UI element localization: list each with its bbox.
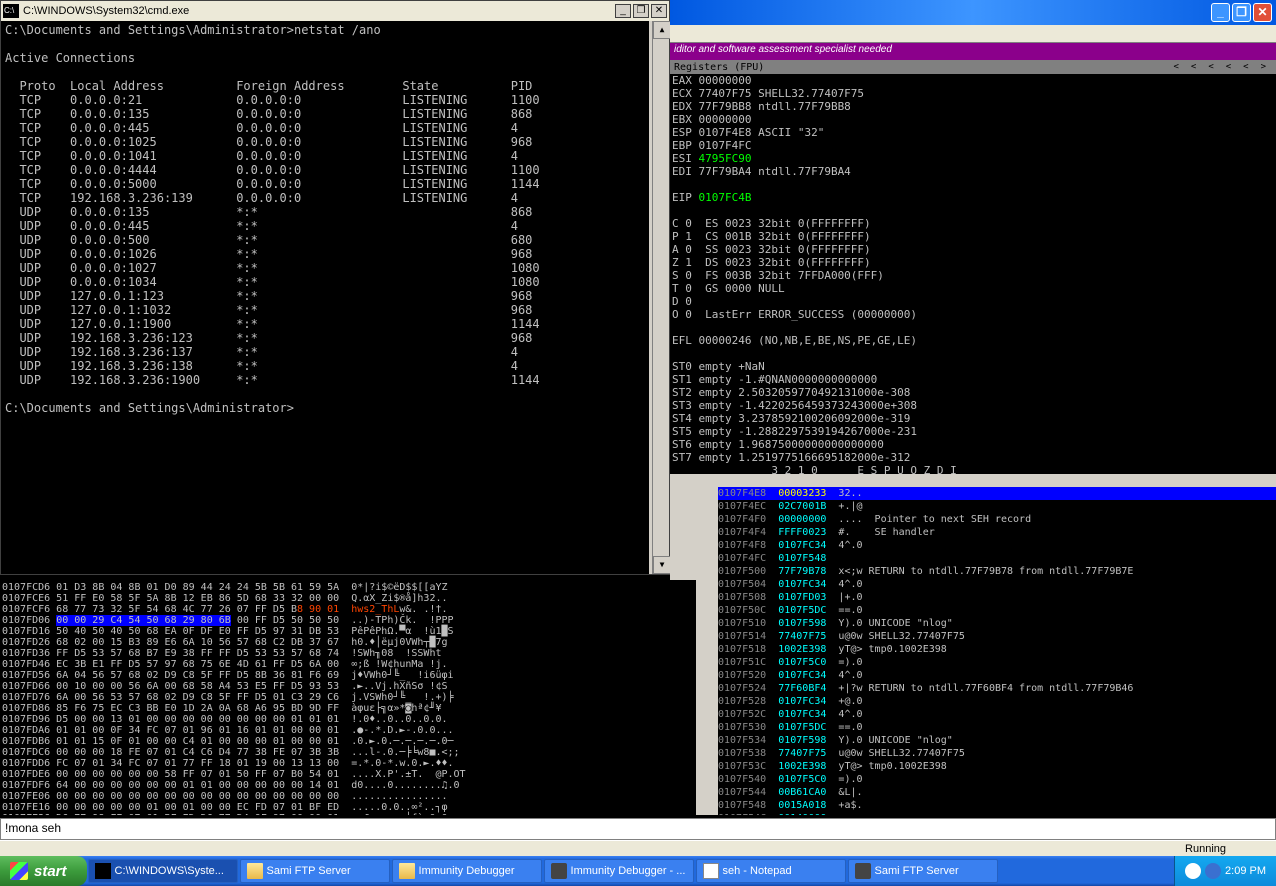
stack-row[interactable]: 0107F544 00B61CA0 &L|. bbox=[718, 786, 1276, 799]
taskbar-item[interactable]: Sami FTP Server bbox=[848, 859, 998, 883]
hexdump-row[interactable]: 0107FD86 85 F6 75 EC C3 BB E0 1D 2A 0A 6… bbox=[2, 703, 694, 714]
close-button[interactable]: ✕ bbox=[651, 4, 667, 18]
stack-row[interactable]: 0107F534 0107F598 Y).0 UNICODE "nlog" bbox=[718, 734, 1276, 747]
registers-label: Registers (FPU) bbox=[674, 62, 764, 73]
taskbar-item[interactable]: seh - Notepad bbox=[696, 859, 846, 883]
stack-row[interactable]: 0107F4F8 0107FC34 4^.0 bbox=[718, 539, 1276, 552]
hexdump-row[interactable]: 0107FE06 00 00 00 00 00 00 00 00 00 00 0… bbox=[2, 791, 694, 802]
minimize-button[interactable]: _ bbox=[1211, 3, 1230, 22]
taskbar-item[interactable]: Immunity Debugger bbox=[392, 859, 542, 883]
debugger-status-message: iditor and software assessment specialis… bbox=[670, 43, 1276, 60]
stack-row[interactable]: 0107F520 0107FC34 4^.0 bbox=[718, 669, 1276, 682]
minimize-button[interactable]: _ bbox=[615, 4, 631, 18]
dbg-icon bbox=[855, 863, 871, 879]
cmd-scrollbar[interactable] bbox=[652, 21, 669, 574]
start-button[interactable]: start bbox=[0, 856, 87, 886]
stack-row[interactable]: 0107F548 0015A018 +a$. bbox=[718, 799, 1276, 812]
hexdump-row[interactable]: 0107FD26 68 02 00 15 B3 89 E6 6A 10 56 5… bbox=[2, 637, 694, 648]
taskbar-item[interactable]: C:\WINDOWS\Syste... bbox=[88, 859, 238, 883]
stack-row[interactable]: 0107F4EC 02C7001B +.|@ bbox=[718, 500, 1276, 513]
hexdump-panel[interactable]: 0107FCD6 01 D3 8B 04 8B 01 D0 89 44 24 2… bbox=[0, 580, 696, 815]
chevron-right-icon[interactable]: > bbox=[1261, 62, 1266, 72]
stack-row[interactable]: 0107F4E8 00003233 32.. bbox=[718, 487, 1276, 500]
stack-row[interactable]: 0107F528 0107FC34 +@.0 bbox=[718, 695, 1276, 708]
stack-row[interactable]: 0107F510 0107F598 Y).0 UNICODE "nlog" bbox=[718, 617, 1276, 630]
folder-icon bbox=[247, 863, 263, 879]
hexdump-row[interactable]: 0107FCF6 68 77 73 32 5F 54 68 4C 77 26 0… bbox=[2, 604, 694, 615]
close-button[interactable]: ✕ bbox=[1253, 3, 1272, 22]
hexdump-row[interactable]: 0107FD76 6A 00 56 53 57 68 02 D9 C8 5F F… bbox=[2, 692, 694, 703]
hexdump-row[interactable]: 0107FDC6 00 00 00 18 FE 07 01 C4 C6 D4 7… bbox=[2, 747, 694, 758]
hexdump-row[interactable]: 0107FD56 6A 04 56 57 68 02 D9 C8 5F FF D… bbox=[2, 670, 694, 681]
hexdump-row[interactable]: 0107FD16 50 40 50 40 50 68 EA 0F DF E0 F… bbox=[2, 626, 694, 637]
hexdump-row[interactable]: 0107FCE6 51 FF E0 58 5F 5A 8B 12 EB 86 5… bbox=[2, 593, 694, 604]
hexdump-row[interactable]: 0107FE16 00 00 00 00 00 01 00 01 00 00 E… bbox=[2, 802, 694, 813]
taskbar: start C:\WINDOWS\Syste...Sami FTP Server… bbox=[0, 856, 1276, 886]
stack-row[interactable]: 0107F508 0107FD03 |+.0 bbox=[718, 591, 1276, 604]
stack-row[interactable]: 0107F51C 0107F5C0 =).0 bbox=[718, 656, 1276, 669]
stack-row[interactable]: 0107F530 0107F5DC ==.0 bbox=[718, 721, 1276, 734]
chevron-left-icon[interactable]: < bbox=[1191, 62, 1196, 72]
debugger-toolbar[interactable] bbox=[670, 25, 1276, 43]
hexdump-row[interactable]: 0107FDA6 01 01 00 0F 34 FC 07 01 96 01 1… bbox=[2, 725, 694, 736]
cmd-icon bbox=[3, 4, 19, 18]
cmd-window: C:\WINDOWS\System32\cmd.exe _ ❐ ✕ C:\Doc… bbox=[0, 0, 670, 575]
system-tray[interactable]: 2:09 PM bbox=[1174, 856, 1276, 886]
stack-row[interactable]: 0107F540 0107F5C0 =).0 bbox=[718, 773, 1276, 786]
clock[interactable]: 2:09 PM bbox=[1225, 865, 1266, 877]
note-icon bbox=[703, 863, 719, 879]
hexdump-row[interactable]: 0107FD96 D5 00 00 13 01 00 00 00 00 00 0… bbox=[2, 714, 694, 725]
cmd-output: C:\Documents and Settings\Administrator>… bbox=[1, 21, 649, 574]
hexdump-row[interactable]: 0107FD36 FF D5 53 57 68 B7 E9 38 FF FF D… bbox=[2, 648, 694, 659]
chevron-left-icon[interactable]: < bbox=[1226, 62, 1231, 72]
stack-row[interactable]: 0107F538 77407F75 u@0w SHELL32.77407F75 bbox=[718, 747, 1276, 760]
stack-row[interactable]: 0107F514 77407F75 u@0w SHELL32.77407F75 bbox=[718, 630, 1276, 643]
stack-row[interactable]: 0107F4FC 0107F548 bbox=[718, 552, 1276, 565]
stack-row[interactable]: 0107F52C 0107FC34 4^.0 bbox=[718, 708, 1276, 721]
hexdump-row[interactable]: 0107FDB6 01 01 15 0F 01 00 00 C4 01 00 0… bbox=[2, 736, 694, 747]
stack-row[interactable]: 0107F518 1002E398 yT@> tmp0.1002E398 bbox=[718, 643, 1276, 656]
command-input[interactable]: !mona seh bbox=[0, 818, 1276, 840]
hexdump-row[interactable]: 0107FCD6 01 D3 8B 04 8B 01 D0 89 44 24 2… bbox=[2, 582, 694, 593]
chevron-left-icon[interactable]: < bbox=[1173, 62, 1178, 72]
stack-row[interactable]: 0107F53C 1002E398 yT@> tmp0.1002E398 bbox=[718, 760, 1276, 773]
registers-panel[interactable]: EAX 00000000 ECX 77407F75 SHELL32.77407F… bbox=[670, 74, 1276, 474]
stack-row[interactable]: 0107F50C 0107F5DC ==.0 bbox=[718, 604, 1276, 617]
stack-row[interactable]: 0107F500 77F79B78 x<;w RETURN to ntdll.7… bbox=[718, 565, 1276, 578]
hexdump-row[interactable]: 0107FD66 00 10 00 00 56 6A 00 68 58 A4 5… bbox=[2, 681, 694, 692]
debugger-titlebar[interactable]: _ ❐ ✕ bbox=[670, 0, 1276, 25]
hexdump-row[interactable]: 0107FDD6 FC 07 01 34 FC 07 01 77 FF 18 0… bbox=[2, 758, 694, 769]
maximize-button[interactable]: ❐ bbox=[633, 4, 649, 18]
stack-row[interactable]: 0107F524 77F60BF4 +|?w RETURN to ntdll.7… bbox=[718, 682, 1276, 695]
hexdump-row[interactable]: 0107FD46 EC 3B E1 FF D5 57 97 68 75 6E 4… bbox=[2, 659, 694, 670]
stack-panel[interactable]: 0107F4E8 00003233 32..0107F4EC 02C7001B … bbox=[716, 485, 1276, 815]
hexdump-row[interactable]: 0107FDE6 00 00 00 00 00 00 58 FF 07 01 5… bbox=[2, 769, 694, 780]
maximize-button[interactable]: ❐ bbox=[1232, 3, 1251, 22]
stack-row[interactable]: 0107F4F0 00000000 .... Pointer to next S… bbox=[718, 513, 1276, 526]
stack-row[interactable]: 0107F4F4 FFFF0023 #. SE handler bbox=[718, 526, 1276, 539]
cmd-title: C:\WINDOWS\System32\cmd.exe bbox=[23, 5, 615, 17]
stack-scrollbar[interactable] bbox=[698, 485, 714, 815]
dbg-icon bbox=[551, 863, 567, 879]
registers-header[interactable]: Registers (FPU) < < < < < > bbox=[670, 60, 1276, 74]
taskbar-item[interactable]: Immunity Debugger - ... bbox=[544, 859, 694, 883]
hexdump-row[interactable]: 0107FD06 00 00 29 C4 54 50 68 29 80 6B 0… bbox=[2, 615, 694, 626]
taskbar-item[interactable]: Sami FTP Server bbox=[240, 859, 390, 883]
chevron-left-icon[interactable]: < bbox=[1243, 62, 1248, 72]
tray-icon[interactable] bbox=[1185, 863, 1201, 879]
stack-row[interactable]: 0107F54C 00140000 ..+. bbox=[718, 812, 1276, 815]
chevron-left-icon[interactable]: < bbox=[1208, 62, 1213, 72]
cmd-titlebar[interactable]: C:\WINDOWS\System32\cmd.exe _ ❐ ✕ bbox=[1, 1, 669, 21]
stack-row[interactable]: 0107F504 0107FC34 4^.0 bbox=[718, 578, 1276, 591]
tray-icon[interactable] bbox=[1205, 863, 1221, 879]
folder-icon bbox=[399, 863, 415, 879]
cmd-icon bbox=[95, 863, 111, 879]
hexdump-row[interactable]: 0107FDF6 64 00 00 00 00 00 00 01 01 00 0… bbox=[2, 780, 694, 791]
hexdump-row[interactable]: 0107FE26 D6 77 98 FE 07 01 BF ED D6 77 D… bbox=[2, 813, 694, 815]
